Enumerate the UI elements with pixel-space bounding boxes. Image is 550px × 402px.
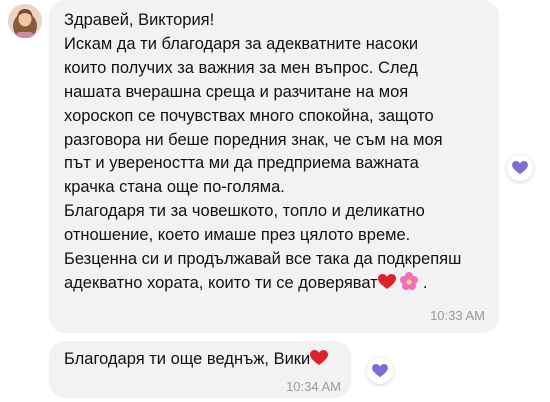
message-text-2: Благодаря ти още веднъж, Вики [64, 348, 354, 374]
message-timestamp-2: 10:34 AM [286, 379, 341, 394]
red-heart-emoji [377, 273, 396, 298]
purple-heart-icon [372, 364, 388, 378]
reaction-heart-button-2[interactable] [367, 358, 393, 384]
pink-flower-emoji [400, 271, 419, 298]
message-bubble-1[interactable]: Здравей, Виктория! Искам да ти благодаря… [49, 0, 499, 333]
avatar-photo [8, 4, 42, 38]
message-bubble-2[interactable]: Благодаря ти още веднъж, Вики 10:34 AM [49, 341, 351, 398]
message-timestamp-1: 10:33 AM [430, 308, 485, 323]
reaction-heart-button-1[interactable] [507, 155, 533, 181]
red-heart-emoji [310, 350, 329, 374]
purple-heart-icon [512, 161, 528, 175]
sender-avatar[interactable] [8, 4, 42, 38]
message-text-1: Здравей, Виктория! Искам да ти благодаря… [64, 9, 494, 298]
